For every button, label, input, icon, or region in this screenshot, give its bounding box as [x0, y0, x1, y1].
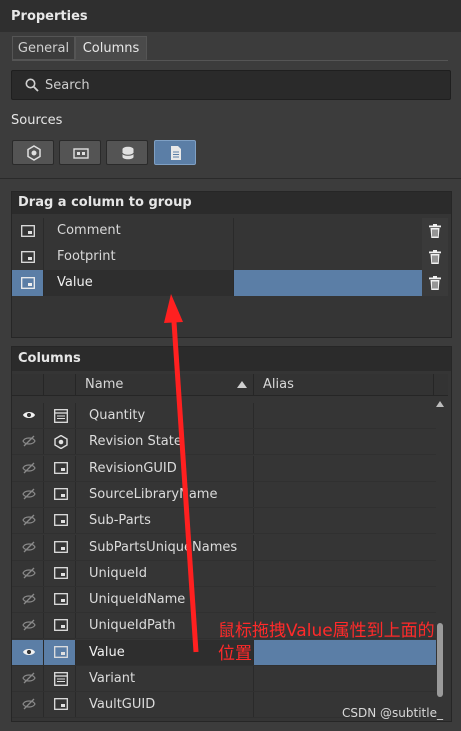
annotation-text: 鼠标拖拽Value属性到上面的位置 [218, 621, 435, 664]
watermark: CSDN @subtitle_ [342, 706, 443, 720]
